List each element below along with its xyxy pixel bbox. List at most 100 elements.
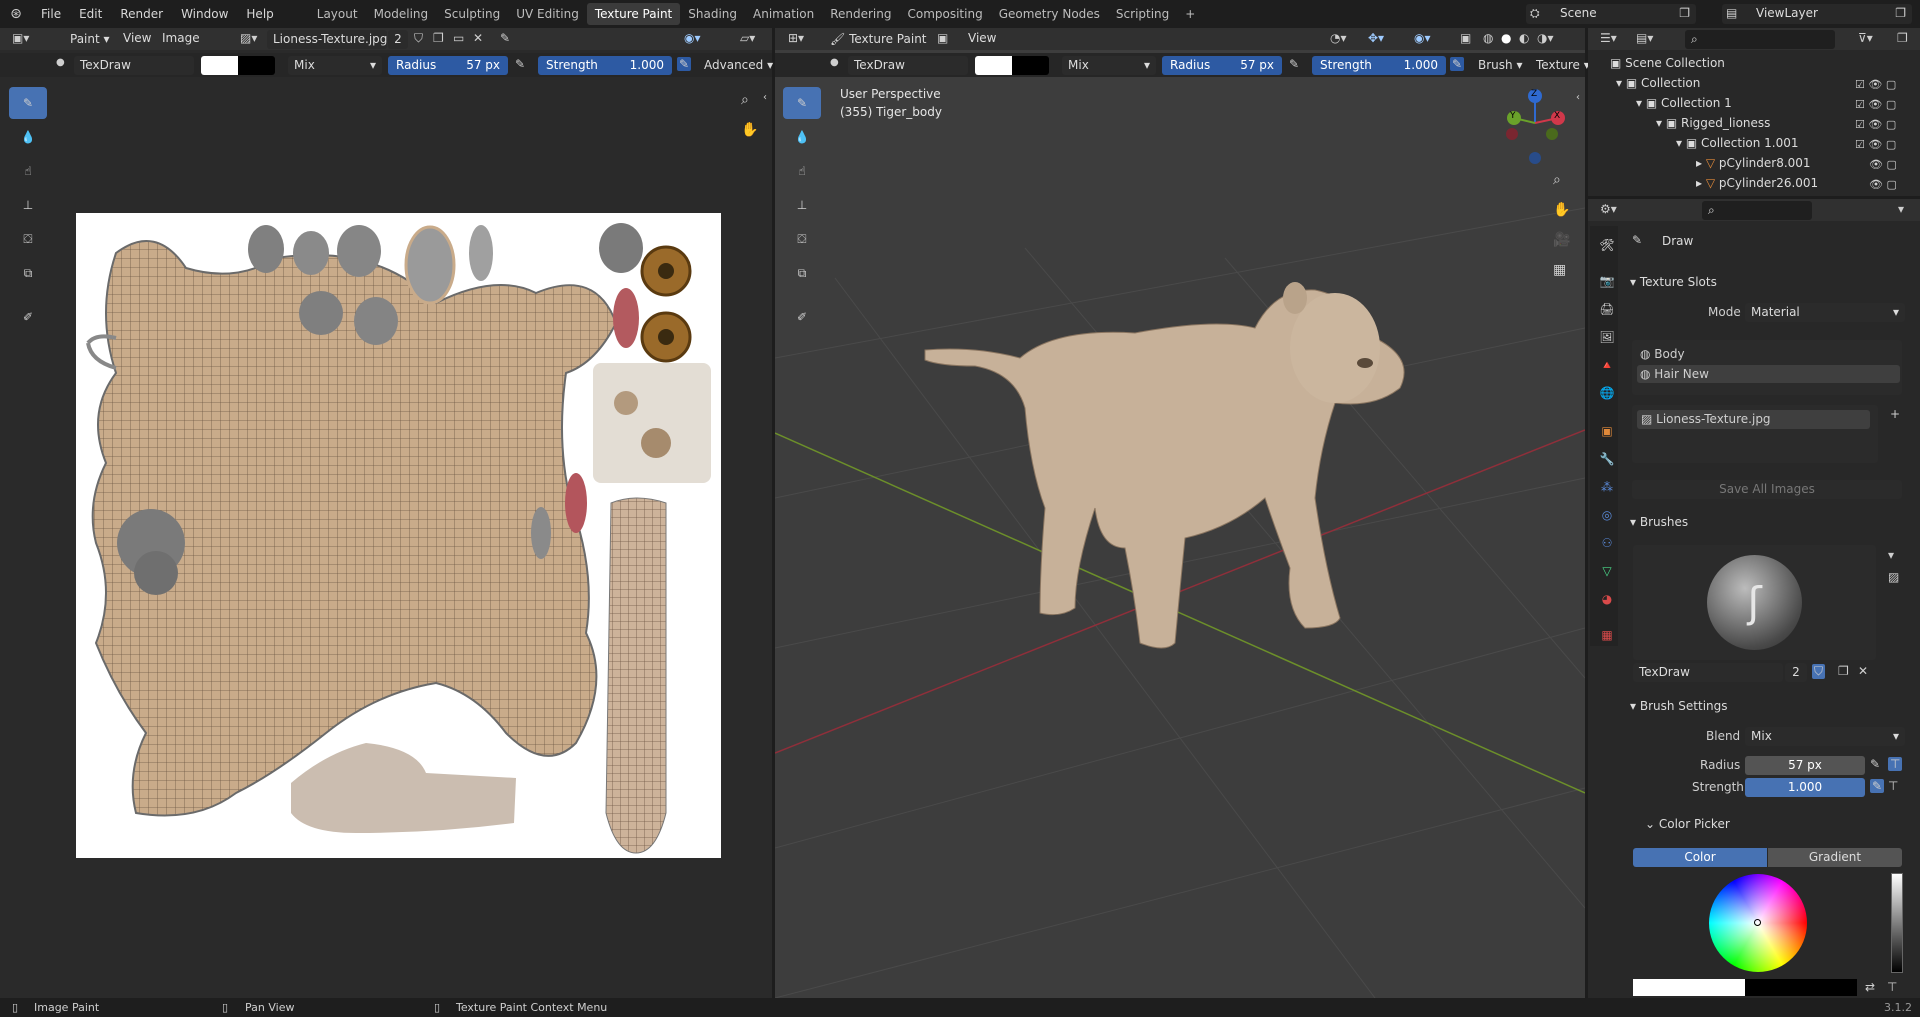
ie-mask-tool[interactable]: ⧉ — [9, 257, 47, 289]
color-tab[interactable]: Color — [1633, 848, 1767, 867]
brush-unlink-icon[interactable]: ✕ — [1858, 664, 1868, 678]
brush-fake-user-icon[interactable]: ⛉ — [1812, 664, 1826, 679]
bs-strength-unified-icon[interactable]: ⊤ — [1888, 779, 1898, 793]
menu-render[interactable]: Render — [111, 0, 172, 28]
swap-colors-icon[interactable]: ⇄ — [1865, 980, 1875, 994]
ie-color-swatch-primary[interactable] — [201, 56, 238, 75]
tab-layout[interactable]: Layout — [309, 3, 366, 25]
brush-duplicate-icon[interactable]: ❐ — [1838, 664, 1849, 678]
bs-blend-dropdown[interactable]: Mix ▾ — [1745, 727, 1905, 746]
vp-annotate-tool[interactable]: ✐ — [783, 301, 821, 333]
ie-color-swatch-secondary[interactable] — [238, 56, 275, 75]
gradient-tab[interactable]: Gradient — [1768, 848, 1902, 867]
tab-sculpting[interactable]: Sculpting — [436, 3, 508, 25]
vp-color-swatch-primary[interactable] — [975, 56, 1012, 75]
ts-mode-dropdown[interactable]: Material ▾ — [1745, 303, 1905, 322]
new-image-icon[interactable]: ❐ — [433, 31, 444, 45]
vp-brush-preview-icon[interactable]: ● — [830, 57, 839, 68]
ie-smear-tool[interactable]: ☝ — [9, 155, 47, 187]
ie-image-menu[interactable]: Image — [162, 31, 200, 45]
vp-pan-icon[interactable]: ✋ — [1553, 202, 1570, 218]
outliner-row-rigged-lioness[interactable]: ▾ ▣ Rigged_lioness — [1656, 113, 1770, 133]
menu-file[interactable]: File — [32, 0, 70, 28]
tab-compositing[interactable]: Compositing — [899, 3, 990, 25]
vp-shading-render-icon[interactable]: ◑▾ — [1537, 31, 1554, 45]
ie-radius-slider[interactable]: Radius 57 px — [388, 56, 508, 75]
expand-icon[interactable]: ▸ — [1696, 176, 1706, 190]
world-tab-icon[interactable]: 🌐 — [1596, 382, 1618, 404]
constraints-tab-icon[interactable]: ⚇ — [1596, 532, 1618, 554]
material-tab-icon[interactable]: ◕ — [1596, 588, 1618, 610]
visibility-icons-row[interactable]: ☑ 👁 ▢ — [1855, 95, 1915, 115]
vp-shading-solid-icon[interactable]: ● — [1501, 31, 1511, 45]
menu-edit[interactable]: Edit — [70, 0, 111, 28]
vp-smear-tool[interactable]: ☝ — [783, 155, 821, 187]
outliner-display-mode-icon[interactable]: ▤▾ — [1636, 31, 1653, 45]
vp-mask-tool[interactable]: ⧉ — [783, 257, 821, 289]
object-tab-icon[interactable]: ▣ — [1596, 420, 1618, 442]
brush-users-count[interactable]: 2 — [1785, 663, 1807, 682]
brush-name-field[interactable]: TexDraw — [1633, 663, 1783, 682]
texture-image-item[interactable]: ▨ Lioness-Texture.jpg — [1637, 410, 1870, 429]
add-texture-icon[interactable]: + — [1890, 407, 1900, 421]
vp-soften-tool[interactable]: 💧 — [783, 121, 821, 153]
vp-radius-slider[interactable]: Radius 57 px — [1162, 56, 1282, 75]
ie-fill-tool[interactable]: ⛋ — [9, 223, 47, 255]
expand-icon[interactable]: ▾ — [1656, 116, 1666, 130]
ie-annotate-tool[interactable]: ✐ — [9, 301, 47, 333]
ie-strength-slider[interactable]: Strength 1.000 — [538, 56, 672, 75]
save-all-images-button[interactable]: Save All Images — [1632, 480, 1902, 499]
visibility-icons-row[interactable]: 👁 ▢ — [1855, 175, 1915, 195]
vp-brush-name-field[interactable]: TexDraw — [848, 56, 968, 75]
tab-uv-editing[interactable]: UV Editing — [508, 3, 587, 25]
primary-color-swatch[interactable] — [1633, 979, 1745, 996]
brush-settings-panel-header[interactable]: ▾ Brush Settings — [1630, 695, 1910, 717]
texture-slot-hair-new[interactable]: ◍ Hair New — [1637, 365, 1900, 383]
navigation-gizmo[interactable]: Z X Y — [1500, 88, 1570, 168]
vp-ortho-icon[interactable]: ▦ — [1553, 262, 1566, 278]
brush-image-icon[interactable]: ▨ — [1888, 570, 1899, 584]
expand-icon[interactable]: ▾ — [1616, 76, 1626, 90]
viewport-3d[interactable] — [775, 28, 1585, 998]
outliner-row-pcylinder26[interactable]: ▸ ▽ pCylinder26.001 — [1696, 173, 1818, 193]
color-picker-subpanel-header[interactable]: ⌄ Color Picker — [1645, 817, 1730, 831]
visibility-icons-row[interactable]: ☑ 👁 ▢ — [1855, 135, 1915, 155]
ie-strength-pressure-icon[interactable]: ✎ — [677, 57, 692, 71]
properties-options-icon[interactable]: ▾ — [1898, 202, 1904, 216]
pin-icon[interactable]: ✎ — [500, 31, 510, 45]
brush-options-icon[interactable]: ▾ — [1888, 548, 1894, 562]
value-slider[interactable] — [1891, 873, 1903, 973]
scene-selector[interactable]: ⛭ Scene ❐ — [1526, 4, 1696, 24]
image-users-count[interactable]: 2 — [388, 30, 408, 49]
modifier-tab-icon[interactable]: 🔧 — [1596, 448, 1618, 470]
visibility-icons-row[interactable]: ☑ 👁 ▢ — [1855, 115, 1915, 135]
overlay-toggle-icon[interactable]: ◉▾ — [684, 31, 701, 45]
bs-radius-field[interactable]: 57 px — [1745, 756, 1865, 775]
ie-radius-pressure-icon[interactable]: ✎ — [515, 57, 525, 71]
vp-fill-tool[interactable]: ⛋ — [783, 223, 821, 255]
vp-draw-tool[interactable]: ✎ — [783, 87, 821, 119]
outliner-row-scene-collection[interactable]: ▣ Scene Collection — [1610, 53, 1725, 73]
tab-rendering[interactable]: Rendering — [822, 3, 899, 25]
outliner-filter-icon[interactable]: ⊽▾ — [1858, 31, 1873, 45]
ie-clone-tool[interactable]: ⊥ — [9, 189, 47, 221]
color-wheel[interactable] — [1709, 874, 1807, 972]
color-unified-icon[interactable]: ⊤ — [1887, 980, 1897, 994]
ie-brush-preview-icon[interactable]: ● — [56, 57, 65, 68]
viewlayer-copy-icon[interactable]: ❐ — [1895, 6, 1906, 20]
texture-slots-panel-header[interactable]: ▾ Texture Slots — [1630, 271, 1910, 293]
vp-mask-toggle-icon[interactable]: ▣ — [937, 31, 948, 45]
output-tab-icon[interactable]: 🖨 — [1596, 298, 1618, 320]
outliner-new-collection-icon[interactable]: ❐ — [1897, 31, 1908, 45]
ie-draw-tool[interactable]: ✎ — [9, 87, 47, 119]
image-name-field[interactable]: Lioness-Texture.jpg — [267, 30, 387, 49]
gizmo-toggle-icon[interactable]: ▱▾ — [740, 31, 755, 45]
ie-pan-icon[interactable]: ✋ — [741, 122, 758, 138]
vp-color-swatch-secondary[interactable] — [1012, 56, 1049, 75]
vp-clone-tool[interactable]: ⊥ — [783, 189, 821, 221]
bs-strength-pressure-icon[interactable]: ✎ — [1870, 779, 1885, 793]
vp-blend-dropdown[interactable]: Mix ▾ — [1062, 56, 1156, 75]
secondary-color-swatch[interactable] — [1745, 979, 1857, 996]
bs-radius-pressure-icon[interactable]: ✎ — [1870, 757, 1880, 771]
expand-icon[interactable]: ▸ — [1696, 156, 1706, 170]
